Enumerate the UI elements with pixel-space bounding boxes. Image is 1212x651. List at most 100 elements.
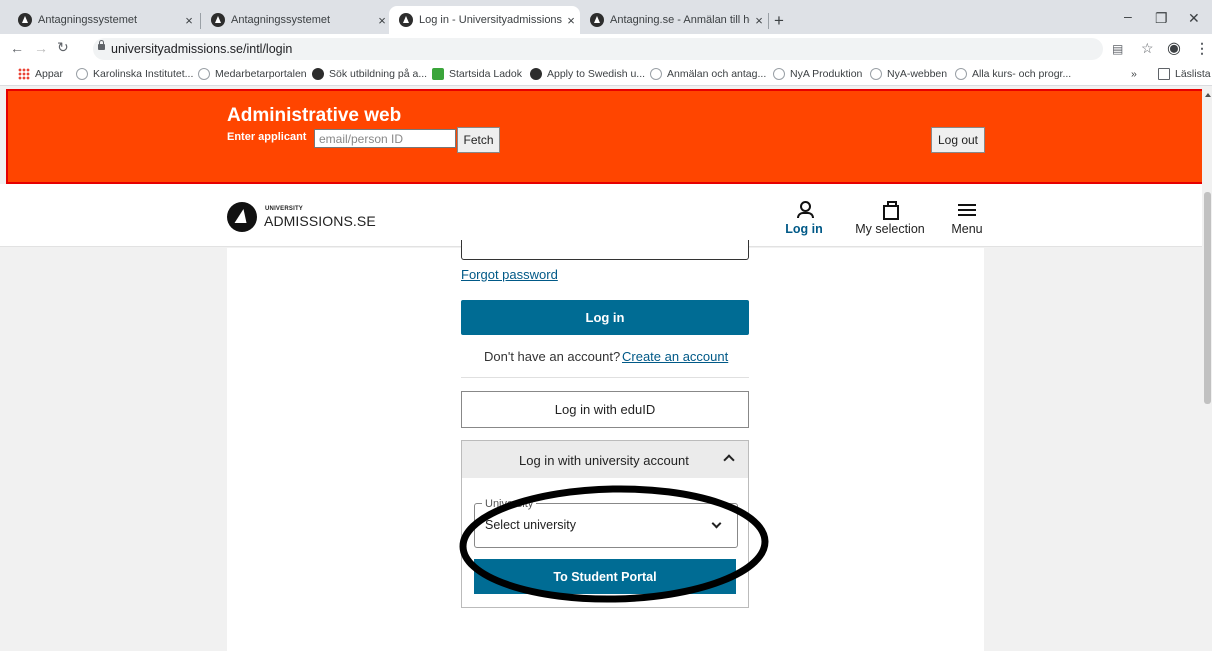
browser-tab[interactable]: Antagningssystemet × — [201, 6, 391, 34]
tab-title: Antagning.se - Anmälan till högs — [610, 14, 750, 26]
bookmark-label: Sök utbildning på a... — [329, 68, 428, 80]
nav-selection-label: My selection — [855, 222, 925, 236]
university-select-value: Select university — [485, 518, 577, 532]
bookmark-item[interactable]: Appar — [18, 62, 63, 86]
bookmark-item[interactable]: Sök utbildning på a... — [312, 62, 427, 86]
bookmark-label: Alla kurs- och progr... — [972, 68, 1072, 80]
nav-my-selection[interactable]: My selection — [848, 201, 932, 236]
ua-logo-icon — [530, 68, 542, 80]
close-window-icon[interactable]: ✕ — [1188, 10, 1200, 27]
nav-login[interactable]: Log in — [782, 201, 826, 236]
scroll-up-arrow-icon[interactable] — [1205, 93, 1211, 97]
user-icon — [796, 201, 814, 219]
reading-list-button[interactable]: Läslista — [1158, 62, 1211, 86]
address-bar[interactable]: universityadmissions.se/intl/login — [93, 38, 1103, 60]
bag-icon — [882, 201, 899, 220]
nav-menu-label: Menu — [951, 222, 983, 236]
university-login-toggle[interactable]: Log in with university account — [462, 441, 748, 478]
fetch-button[interactable]: Fetch — [457, 127, 500, 153]
university-login-panel: Log in with university account Universit… — [461, 440, 749, 608]
create-account-link[interactable]: Create an account — [622, 349, 728, 364]
more-bookmarks-button[interactable]: » — [1131, 62, 1137, 86]
ua-logo-icon — [18, 13, 32, 27]
browser-toolbar: ← → ↻ universityadmissions.se/intl/login… — [0, 34, 1212, 62]
globe-icon — [955, 68, 967, 80]
logo-small-text: UNIVERSITY — [265, 206, 304, 212]
minimize-icon[interactable]: – — [1124, 8, 1132, 24]
university-login-title: Log in with university account — [519, 453, 689, 468]
browser-tab[interactable]: Antagning.se - Anmälan till högs × — [580, 6, 768, 34]
bookmark-item[interactable]: Anmälan och antag... — [650, 62, 766, 86]
reload-icon[interactable]: ↻ — [57, 39, 69, 56]
scrollbar-thumb[interactable] — [1204, 192, 1211, 404]
ua-logo-icon — [211, 13, 225, 27]
admin-title: Administrative web — [227, 105, 402, 126]
browser-tab-strip: Antagningssystemet × Antagningssystemet … — [0, 0, 1212, 34]
site-header: UNIVERSITY ADMISSIONS.SE Log in My selec… — [0, 184, 1202, 247]
chevron-up-icon — [723, 454, 735, 466]
enter-applicant-label: Enter applicant — [227, 131, 307, 143]
new-tab-button[interactable]: + — [774, 11, 784, 31]
logout-button[interactable]: Log out — [931, 127, 985, 153]
tab-title: Antagningssystemet — [231, 14, 331, 26]
ua-logo-icon — [590, 13, 604, 27]
university-select-legend: University — [482, 498, 537, 510]
admin-banner: Administrative web Enter applicant Fetch… — [6, 89, 1204, 184]
bookmark-label: Karolinska Institutet... — [93, 68, 194, 80]
globe-icon — [76, 68, 88, 80]
bookmark-label: NyA-webben — [887, 68, 948, 80]
bookmarks-bar: Appar Karolinska Institutet... Medarbeta… — [0, 62, 1212, 86]
apps-icon — [18, 68, 30, 80]
student-portal-button[interactable]: To Student Portal — [474, 559, 736, 594]
bookmark-item[interactable]: Medarbetarportalen — [198, 62, 307, 86]
nav-menu[interactable]: Menu — [947, 201, 987, 236]
close-tab-icon[interactable]: × — [180, 13, 198, 28]
bookmark-item[interactable]: NyA Produktion — [773, 62, 862, 86]
menu-icon — [958, 201, 976, 219]
lock-icon — [98, 40, 105, 50]
ladok-icon — [432, 68, 444, 80]
globe-icon — [870, 68, 882, 80]
more-bookmarks-glyph: » — [1131, 68, 1137, 80]
profile-icon[interactable]: ◉ — [1167, 38, 1181, 58]
eduid-login-button[interactable]: Log in with eduID — [461, 391, 749, 428]
globe-icon — [773, 68, 785, 80]
restore-icon[interactable]: ❐ — [1155, 10, 1168, 27]
login-button[interactable]: Log in — [461, 300, 749, 335]
applicant-input[interactable] — [314, 129, 456, 148]
bookmark-item[interactable]: Alla kurs- och progr... — [955, 62, 1071, 86]
reading-list-label: Läslista — [1175, 68, 1211, 80]
reading-list-icon — [1158, 68, 1170, 80]
tab-title: Antagningssystemet — [38, 14, 138, 26]
password-field[interactable] — [461, 240, 749, 260]
bookmark-label: NyA Produktion — [790, 68, 863, 80]
nav-login-label: Log in — [785, 222, 823, 236]
browser-tab-active[interactable]: Log in - Universityadmissions.se × — [389, 6, 580, 34]
tab-title: Log in - Universityadmissions.se — [419, 14, 562, 26]
translate-icon[interactable]: ▤ — [1112, 42, 1123, 56]
logo-main-text[interactable]: ADMISSIONS.SE — [264, 213, 376, 229]
browser-tab[interactable]: Antagningssystemet × — [8, 6, 198, 34]
star-icon[interactable]: ☆ — [1141, 40, 1154, 57]
forward-icon[interactable]: → — [34, 40, 48, 56]
close-tab-icon[interactable]: × — [750, 13, 768, 28]
tab-separator — [768, 13, 769, 29]
no-account-text: Don't have an account? — [484, 349, 621, 364]
back-icon[interactable]: ← — [10, 40, 24, 56]
bookmark-item[interactable]: Apply to Swedish u... — [530, 62, 645, 86]
bookmark-item[interactable]: Startsida Ladok — [432, 62, 522, 86]
forgot-password-link[interactable]: Forgot password — [461, 267, 558, 282]
bookmark-label: Anmälan och antag... — [667, 68, 767, 80]
close-tab-icon[interactable]: × — [562, 13, 580, 28]
divider — [461, 377, 749, 378]
bookmark-label: Appar — [35, 68, 64, 80]
bookmark-label: Apply to Swedish u... — [547, 68, 646, 80]
bookmark-item[interactable]: NyA-webben — [870, 62, 947, 86]
bookmark-label: Startsida Ladok — [449, 68, 522, 80]
ua-logo-icon — [312, 68, 324, 80]
ua-logo-icon[interactable] — [227, 202, 257, 232]
more-icon[interactable]: ⋮ — [1195, 40, 1209, 57]
bookmark-label: Medarbetarportalen — [215, 68, 307, 80]
bookmark-item[interactable]: Karolinska Institutet... — [76, 62, 193, 86]
globe-icon — [198, 68, 210, 80]
